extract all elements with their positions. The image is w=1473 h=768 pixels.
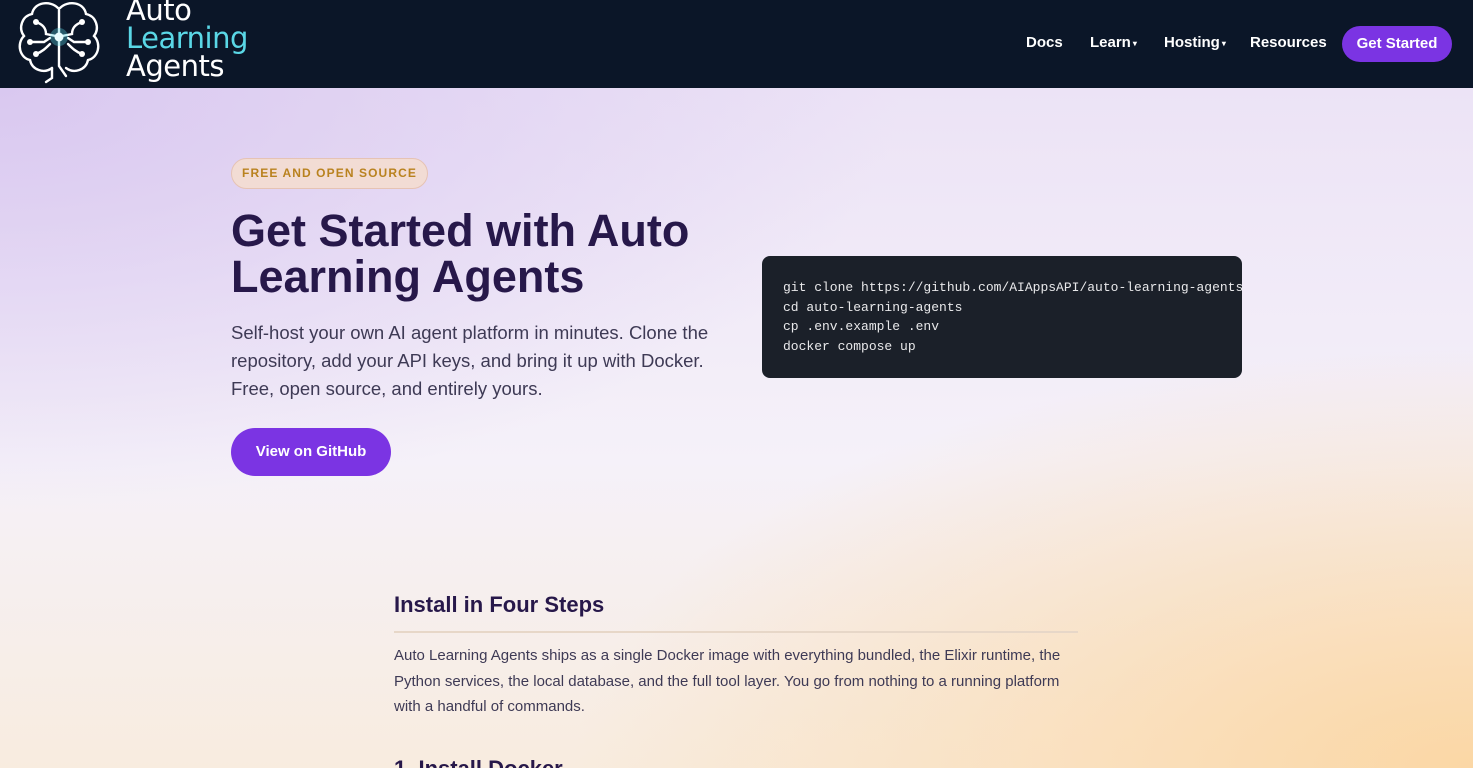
nav-learn-label: Learn (1090, 34, 1131, 51)
install-section-body: Auto Learning Agents ships as a single D… (394, 647, 1061, 715)
nav-links: Docs Learn ▾ Hosting ▾ Resources Get Start… (0, 0, 1473, 88)
open-source-badge: FREE AND OPEN SOURCE (231, 158, 428, 189)
top-navbar: Auto Learning Agents Docs Learn ▾ Hosting… (0, 0, 1473, 88)
chevron-down-icon: ▾ (1221, 38, 1226, 48)
nav-link-hosting[interactable]: Hosting ▾ (1164, 34, 1226, 51)
code-line: git clone https://github.com/AIAppsAPI/a… (783, 280, 1244, 295)
step-1-heading: 1. Install Docker (394, 756, 563, 768)
get-started-button[interactable]: Get Started (1342, 26, 1452, 62)
view-on-github-button[interactable]: View on GitHub (231, 428, 391, 476)
nav-link-learn[interactable]: Learn ▾ (1090, 34, 1137, 51)
nav-link-resources[interactable]: Resources (1250, 34, 1327, 51)
nav-docs-label: Docs (1026, 34, 1063, 51)
section-divider (394, 631, 1078, 633)
nav-hosting-label: Hosting (1164, 34, 1220, 51)
code-line: docker compose up (783, 338, 916, 354)
hero-subtitle: Self-host your own AI agent platform in … (231, 322, 709, 399)
install-code-block[interactable]: git clone https://github.com/AIAppsAPI/a… (762, 256, 1244, 378)
chevron-down-icon: ▾ (1132, 38, 1137, 48)
nav-resources-label: Resources (1250, 34, 1327, 51)
code-line: cp .env.example .env (783, 319, 940, 335)
code-line: cd auto-learning-agents (783, 299, 963, 315)
nav-link-docs[interactable]: Docs (1026, 34, 1063, 51)
install-section-title: Install in Four Steps (394, 592, 605, 617)
page-title: Get Started with Auto Learning Agents (231, 205, 690, 302)
